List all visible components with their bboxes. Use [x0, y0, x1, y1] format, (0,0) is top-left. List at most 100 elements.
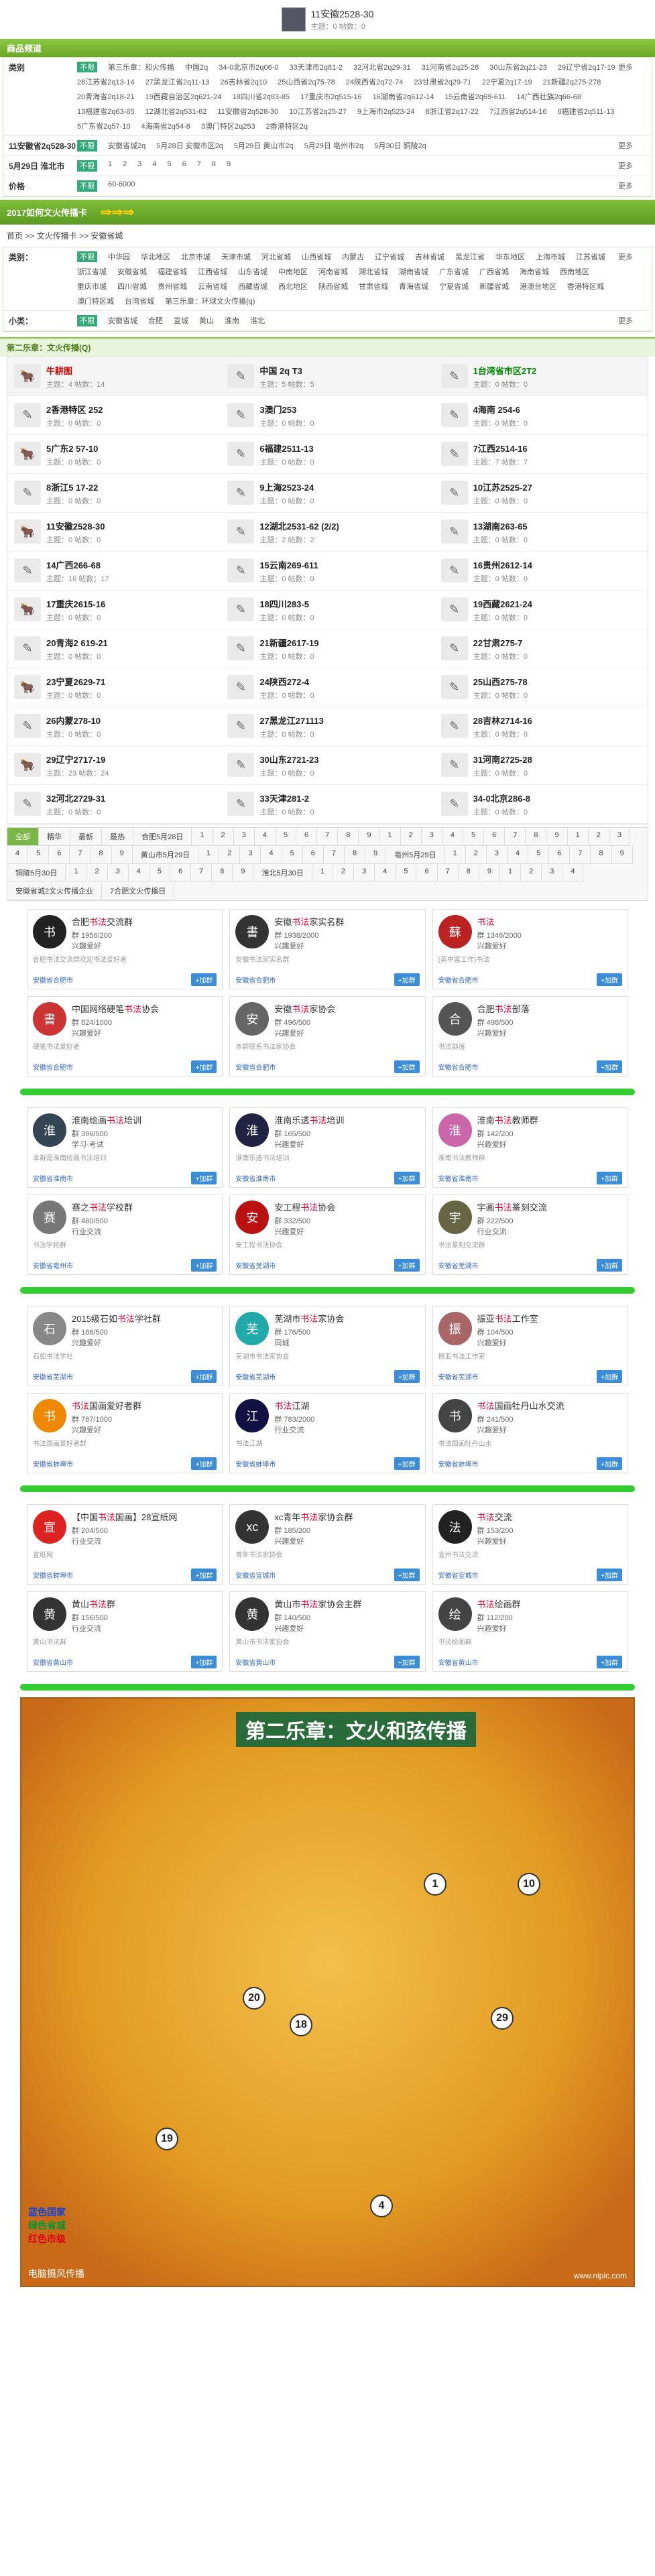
filter-option[interactable]: 青海省城	[399, 281, 428, 292]
join-button[interactable]: +加群	[394, 1259, 420, 1272]
forum-item[interactable]: 🐂 29辽宁2717-19 主题：23 帖数：24	[7, 746, 221, 785]
join-button[interactable]: +加群	[394, 1172, 420, 1184]
location-link[interactable]: 安徽省淮南市	[235, 1173, 276, 1183]
forum-name[interactable]: 20青海2 619-21	[46, 636, 108, 649]
filter-option[interactable]: 9	[227, 160, 231, 172]
tag-item[interactable]: 7	[323, 846, 345, 864]
group-name[interactable]: 书法	[477, 915, 522, 928]
tag-item[interactable]: 3	[609, 828, 630, 846]
filter-option[interactable]: 华东地区	[495, 251, 525, 262]
join-button[interactable]: +加群	[191, 1259, 217, 1272]
filter-option[interactable]: 辽宁省城	[375, 251, 404, 262]
tag-item[interactable]: 6	[49, 846, 70, 864]
tag-item[interactable]: 5	[149, 864, 170, 882]
forum-name[interactable]: 11安徽2528-30	[46, 519, 105, 532]
tag-item[interactable]: 1	[192, 828, 213, 846]
group-card[interactable]: 黄黄山书法群群 156/500 行业交流 黄山书法群 安徽省黄山市 +加群	[27, 1591, 223, 1672]
location-link[interactable]: 安徽省芜湖市	[438, 1260, 479, 1270]
group-card[interactable]: 书书法国画牡丹山水交流群 241/500 兴趣爱好 书法国画牡丹山水 安徽省蚌埠市 +加…	[432, 1393, 628, 1473]
filter-option[interactable]: 7江西省2q514-16	[489, 106, 547, 117]
group-name[interactable]: 淮南书法教师群	[477, 1113, 538, 1126]
location-link[interactable]: 安徽省芜湖市	[438, 1371, 479, 1382]
filter-option[interactable]: 不限	[77, 251, 97, 262]
filter-option[interactable]: 淮北	[250, 315, 265, 326]
forum-item[interactable]: ✎ 3澳门253 主题：0 帖数：0	[221, 396, 434, 435]
location-link[interactable]: 安徽省合肥市	[33, 1062, 73, 1072]
filter-option[interactable]: 甘肃省城	[359, 281, 388, 292]
location-link[interactable]: 安徽省合肥市	[235, 1062, 276, 1072]
filter-option[interactable]: 福建省城	[158, 266, 187, 277]
location-link[interactable]: 安徽省蚌埠市	[438, 1459, 479, 1469]
forum-name[interactable]: 18四川283-5	[259, 597, 314, 610]
forum-item[interactable]: 🐂 5广东2 57-10 主题：0 帖数：0	[7, 435, 221, 474]
forum-name[interactable]: 1台湾省市区2T2	[473, 364, 537, 377]
forum-name[interactable]: 3澳门253	[259, 403, 314, 416]
tag-item[interactable]: 3	[354, 864, 375, 882]
group-name[interactable]: 合肥书法交流群	[72, 915, 133, 928]
group-name[interactable]: 黄山书法群	[72, 1597, 115, 1610]
filter-option[interactable]: 5广东省2q57-10	[77, 121, 131, 131]
filter-option[interactable]: 15云南省2q69-611	[444, 91, 505, 102]
filter-option[interactable]: 60-6000	[108, 180, 135, 192]
group-name[interactable]: 宇画书法篆刻交流	[477, 1201, 547, 1213]
group-card[interactable]: 江书法江湖群 783/2000 行业交流 书法江湖 安徽省蚌埠市 +加群	[229, 1393, 426, 1473]
group-card[interactable]: 芜芜湖市书法家协会群 176/500 同城 芜湖市书法家协会 安徽省芜湖市 +加群	[229, 1306, 426, 1386]
filter-option[interactable]: 合肥	[148, 315, 163, 326]
forum-item[interactable]: ✎ 25山西275-78 主题：0 帖数：0	[434, 668, 648, 707]
tag-item[interactable]: 9	[233, 864, 254, 882]
filter-option[interactable]: 湖北省城	[359, 266, 388, 277]
join-button[interactable]: +加群	[191, 1172, 217, 1184]
tag-item[interactable]: 2	[400, 828, 422, 846]
tag-item[interactable]: 4	[375, 864, 396, 882]
join-button[interactable]: +加群	[191, 973, 217, 986]
forum-name[interactable]: 7江西2514-16	[473, 442, 528, 454]
tag-item[interactable]: 5	[463, 828, 485, 846]
group-name[interactable]: 【中国书法国画】28宣纸网	[72, 1510, 178, 1523]
forum-item[interactable]: ✎ 13湖南263-65 主题：0 帖数：0	[434, 513, 648, 552]
tag-item[interactable]: 8	[458, 864, 479, 882]
tag-item[interactable]: 1	[66, 864, 87, 882]
forum-name[interactable]: 中国 2q T3	[259, 364, 314, 377]
group-name[interactable]: 安徽书法家实名群	[274, 915, 344, 928]
forum-name[interactable]: 21新疆2617-19	[259, 636, 318, 649]
filter-option[interactable]: 第三乐章：和火传播	[108, 62, 174, 72]
tag-item[interactable]: 1	[312, 864, 333, 882]
filter-option[interactable]: 吉林省城	[415, 251, 444, 262]
location-link[interactable]: 安徽省亳州市	[33, 1260, 73, 1270]
filter-option[interactable]: 云南省城	[198, 281, 227, 292]
group-card[interactable]: 安安徽书法家协会群 496/500 兴趣爱好 本群联系书法家协会 安徽省合肥市 +加群	[229, 996, 426, 1077]
tag-item[interactable]: 4	[442, 828, 463, 846]
filter-option[interactable]: 四川省城	[117, 281, 147, 292]
filter-option[interactable]: 2	[123, 160, 127, 172]
filter-option[interactable]: 河南省城	[318, 266, 348, 277]
filter-option[interactable]: 天津市城	[221, 251, 251, 262]
filter-option[interactable]: 1	[108, 160, 112, 172]
join-button[interactable]: +加群	[597, 1172, 622, 1184]
group-card[interactable]: 书合肥书法交流群群 1956/200 兴趣爱好 合肥书法交流群欢迎书法爱好者 安徽省合…	[27, 909, 223, 989]
forum-item[interactable]: ✎ 12湖北2531-62 (2/2) 主题：2 帖数：2	[221, 513, 434, 552]
group-name[interactable]: 书法国画爱好者群	[72, 1399, 141, 1412]
filter-option[interactable]: 9上海市2q523-24	[357, 106, 415, 117]
group-card[interactable]: xc xc青年书法家协会群群 185/200 兴趣爱好 青年书法家协会 安徽省宣城市 +加…	[229, 1504, 426, 1585]
forum-name[interactable]: 28吉林2714-16	[473, 714, 532, 727]
tag-item[interactable]: 3	[486, 846, 508, 864]
filter-option[interactable]: 18四川省2q83-85	[232, 91, 290, 102]
tag-item[interactable]: 6	[549, 846, 571, 864]
filter-option[interactable]: 中南地区	[278, 266, 308, 277]
location-link[interactable]: 安徽省合肥市	[235, 975, 276, 985]
tag-item[interactable]: 4	[254, 828, 276, 846]
forum-name[interactable]: 牛耕图	[46, 364, 105, 377]
group-name[interactable]: 书法绘画群	[477, 1597, 521, 1610]
tag-item[interactable]: 5	[282, 846, 303, 864]
location-link[interactable]: 安徽省合肥市	[33, 975, 73, 985]
filter-option[interactable]: 29辽宁省2q17-19	[558, 62, 615, 72]
location-link[interactable]: 安徽省芜湖市	[235, 1260, 276, 1270]
tag-item[interactable]: 2	[521, 864, 542, 882]
join-button[interactable]: +加群	[394, 1457, 420, 1470]
filter-option[interactable]: 中国2q	[185, 62, 208, 72]
join-button[interactable]: +加群	[191, 1370, 217, 1383]
group-card[interactable]: 淮淮南乐透书法培训群 165/500 兴趣爱好 淮南乐透书法培训 安徽省淮南市 +加群	[229, 1107, 426, 1188]
forum-item[interactable]: ✎ 32河北2729-31 主题：0 帖数：0	[7, 785, 221, 824]
tag-item[interactable]: 7	[317, 828, 339, 846]
tag-item[interactable]: 精华	[39, 828, 70, 846]
